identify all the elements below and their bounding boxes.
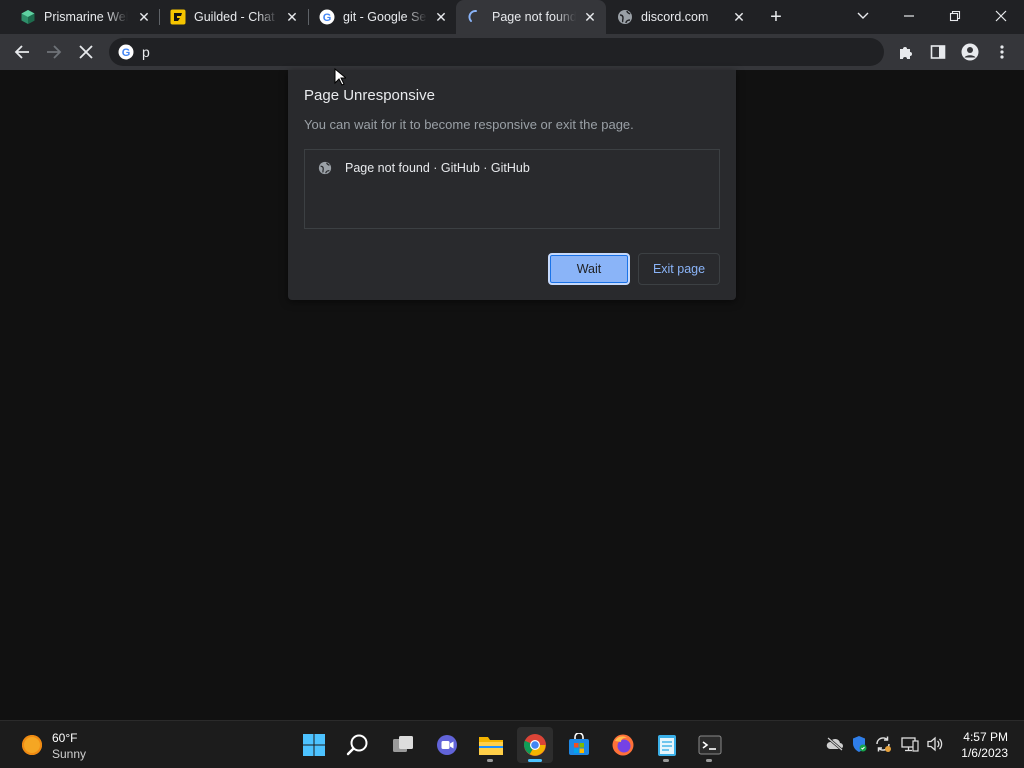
close-icon	[79, 45, 93, 59]
loading-spinner-icon	[468, 9, 484, 25]
arrow-right-icon	[47, 45, 62, 59]
tab-title: git - Google Sea	[343, 10, 427, 24]
taskbar-search-button[interactable]	[340, 727, 376, 763]
guilded-icon	[170, 9, 186, 25]
task-view-icon	[393, 736, 413, 752]
menu-button[interactable]	[988, 38, 1016, 66]
taskbar: 60°F Sunny 4:57 PM 1/6/2023	[0, 720, 1024, 768]
puzzle-icon	[900, 47, 912, 59]
notepad-button[interactable]	[649, 727, 685, 763]
close-tab-icon[interactable]: ✕	[136, 9, 152, 25]
close-tab-icon[interactable]: ✕	[284, 9, 300, 25]
close-tab-icon[interactable]: ✕	[433, 9, 449, 25]
address-text[interactable]: p	[142, 45, 150, 59]
notepad-icon	[658, 735, 676, 756]
windows-logo-icon	[303, 734, 325, 756]
google-icon: G	[118, 44, 134, 60]
network-icon[interactable]	[901, 735, 919, 753]
page-unresponsive-dialog: Page Unresponsive You can wait for it to…	[288, 70, 736, 300]
tab-title: Guilded - Chat f	[194, 10, 278, 24]
restore-icon	[949, 10, 961, 22]
volume-icon[interactable]	[926, 735, 944, 753]
svg-text:G: G	[122, 47, 131, 59]
tab-strip: Prismarine Web ✕ Guilded - Chat f ✕ G gi…	[0, 0, 1024, 34]
dialog-title: Page Unresponsive	[304, 87, 435, 104]
unresponsive-pages-list: Page not found · GitHub · GitHub	[304, 149, 720, 229]
security-shield-icon[interactable]	[850, 735, 868, 753]
task-view-button[interactable]	[385, 727, 421, 763]
folder-icon	[479, 737, 503, 755]
clock-time: 4:57 PM	[963, 730, 1008, 744]
tab-discord[interactable]: discord.com ✕	[605, 0, 755, 34]
extensions-button[interactable]	[892, 38, 920, 66]
browser-toolbar: G p	[0, 34, 1024, 70]
minimize-button[interactable]	[886, 0, 932, 32]
clock-date: 1/6/2023	[961, 746, 1008, 760]
weather-temperature: 60°F	[52, 731, 78, 745]
weather-condition: Sunny	[52, 747, 87, 761]
kebab-menu-icon	[1000, 45, 1004, 59]
microsoft-store-button[interactable]	[561, 727, 597, 763]
tab-page-not-found[interactable]: Page not found ✕	[456, 0, 606, 34]
side-panel-icon	[930, 45, 946, 59]
tab-title: Prismarine Web	[44, 10, 128, 24]
mouse-cursor-icon	[334, 68, 346, 86]
tab-guilded[interactable]: Guilded - Chat f ✕	[158, 0, 308, 34]
tab-title: discord.com	[641, 10, 709, 24]
start-button[interactable]	[296, 727, 332, 763]
search-icon	[346, 734, 368, 756]
sun-icon	[22, 735, 42, 755]
dialog-message: You can wait for it to become responsive…	[304, 117, 634, 132]
tab-search-button[interactable]	[840, 0, 886, 32]
new-tab-button[interactable]: +	[766, 7, 786, 27]
terminal-button[interactable]	[692, 727, 728, 763]
svg-text:G: G	[323, 12, 332, 24]
close-window-button[interactable]	[978, 0, 1024, 32]
address-bar[interactable]: G p	[109, 38, 884, 66]
close-icon	[995, 10, 1007, 22]
running-indicator	[528, 759, 542, 762]
globe-icon	[617, 9, 633, 25]
sync-icon[interactable]	[874, 735, 892, 753]
running-indicator	[487, 759, 493, 762]
restore-button[interactable]	[932, 0, 978, 32]
globe-icon	[318, 161, 332, 175]
chrome-button[interactable]	[517, 727, 553, 763]
forward-button[interactable]	[40, 38, 68, 66]
profile-button[interactable]	[956, 38, 984, 66]
tab-google-search[interactable]: G git - Google Sea ✕	[307, 0, 457, 34]
firefox-button[interactable]	[605, 727, 641, 763]
chrome-icon	[524, 734, 546, 756]
chat-icon	[437, 735, 457, 755]
teams-chat-button[interactable]	[429, 727, 465, 763]
file-explorer-button[interactable]	[473, 727, 509, 763]
exit-page-button[interactable]: Exit page	[638, 253, 720, 285]
arrow-left-icon	[14, 45, 29, 59]
terminal-icon	[698, 735, 722, 755]
back-button[interactable]	[8, 38, 36, 66]
close-tab-icon[interactable]: ✕	[731, 9, 747, 25]
google-icon: G	[319, 9, 335, 25]
tab-title: Page not found	[492, 10, 576, 24]
running-indicator	[706, 759, 712, 762]
running-indicator	[663, 759, 669, 762]
onedrive-offline-icon[interactable]	[826, 735, 844, 753]
screen: Prismarine Web ✕ Guilded - Chat f ✕ G gi…	[0, 0, 1024, 768]
prismarine-cube-icon	[20, 9, 36, 25]
list-item: Page not found · GitHub · GitHub	[345, 161, 530, 175]
chevron-down-icon	[857, 12, 869, 19]
side-panel-button[interactable]	[924, 38, 952, 66]
firefox-icon	[612, 734, 634, 756]
avatar-icon	[961, 43, 979, 61]
wait-button[interactable]: Wait	[548, 253, 630, 285]
minimize-icon	[904, 15, 914, 17]
tab-prismarine[interactable]: Prismarine Web ✕	[8, 0, 160, 34]
store-icon	[569, 733, 589, 755]
stop-loading-button[interactable]	[72, 38, 100, 66]
close-tab-icon[interactable]: ✕	[582, 9, 598, 25]
